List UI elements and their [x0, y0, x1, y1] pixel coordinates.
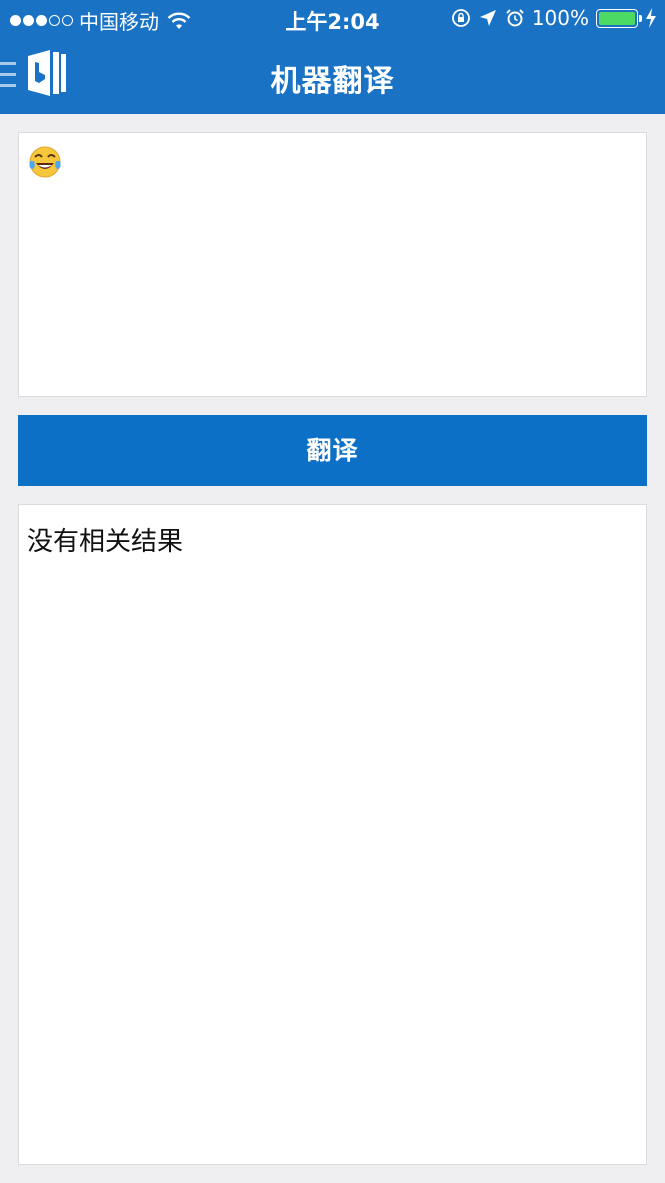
page-title: 机器翻译 [270, 64, 395, 99]
status-right: 100% [451, 6, 657, 30]
battery-percent: 100% [531, 6, 589, 30]
battery-icon [596, 8, 642, 28]
top-bar: 中国移动 上午2:04 100% 机器翻译 [0, 0, 665, 114]
charging-bolt-icon [646, 8, 656, 28]
face-with-tears-of-joy-emoji [29, 146, 61, 178]
rotation-lock-icon [451, 9, 470, 27]
battery-fill [599, 11, 635, 25]
result-text: 没有相关结果 [27, 527, 184, 557]
status-bar: 中国移动 上午2:04 100% [0, 0, 665, 38]
source-text-box[interactable] [18, 132, 647, 397]
location-arrow-icon [479, 10, 496, 26]
result-box: 没有相关结果 [18, 504, 647, 1165]
nav-bar: 机器翻译 [0, 38, 665, 114]
translate-button[interactable]: 翻译 [18, 415, 647, 486]
alarm-icon [506, 9, 524, 27]
